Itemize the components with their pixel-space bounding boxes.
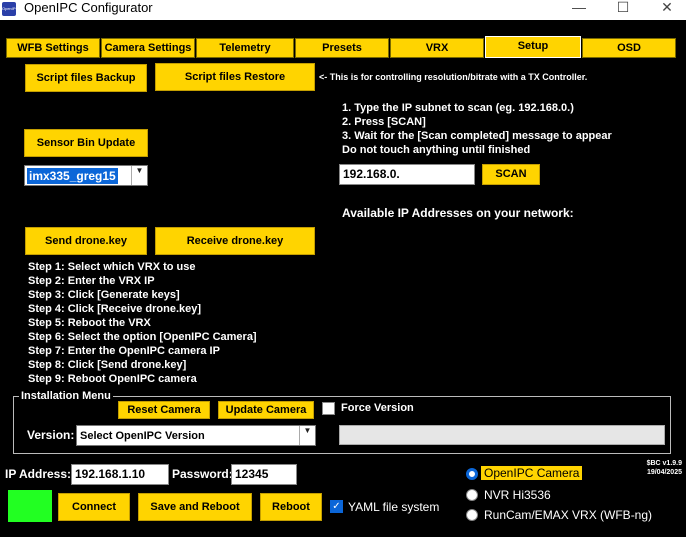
list-item: Step 3: Click [Generate keys]: [28, 289, 180, 301]
scan-step-3: 3. Wait for the [Scan completed] message…: [342, 130, 612, 142]
save-reboot-button[interactable]: Save and Reboot: [138, 493, 252, 521]
chevron-down-icon: ▼: [131, 166, 147, 185]
scan-step-1: 1. Type the IP subnet to scan (eg. 192.1…: [342, 102, 574, 114]
script-backup-button[interactable]: Script files Backup: [25, 64, 147, 92]
tab-camera-settings[interactable]: Camera Settings: [101, 38, 195, 58]
list-item: Step 8: Click [Send drone.key]: [28, 359, 187, 371]
ip-address-input[interactable]: 192.168.1.10: [71, 464, 169, 485]
list-item: Step 6: Select the option [OpenIPC Camer…: [28, 331, 257, 343]
radio-label-nvr-hi3536: NVR Hi3536: [484, 488, 551, 502]
yaml-checkbox[interactable]: ✓: [330, 500, 343, 513]
list-item: Step 7: Enter the OpenIPC camera IP: [28, 345, 220, 357]
reboot-button[interactable]: Reboot: [260, 493, 322, 521]
list-item: Step 9: Reboot OpenIPC camera: [28, 373, 197, 385]
tab-telemetry[interactable]: Telemetry: [196, 38, 294, 58]
sensor-select-value: imx335_greg15: [27, 168, 118, 184]
tab-setup[interactable]: Setup: [485, 36, 581, 58]
window-title: OpenIPC Configurator: [24, 0, 153, 15]
tab-wfb-settings[interactable]: WFB Settings: [6, 38, 100, 58]
password-input[interactable]: 12345: [231, 464, 297, 485]
ip-address-label: IP Address:: [5, 467, 72, 481]
version-progress-field: [339, 425, 665, 445]
version-number: $BC v1.9.9: [646, 460, 682, 467]
list-item: Step 1: Select which VRX to use: [28, 261, 196, 273]
radio-runcam-vrx[interactable]: [466, 509, 478, 521]
list-item: Step 5: Reboot the VRX: [28, 317, 151, 329]
update-camera-button[interactable]: Update Camera: [218, 401, 314, 419]
list-item: Step 4: Click [Receive drone.key]: [28, 303, 202, 315]
force-version-checkbox[interactable]: [322, 402, 335, 415]
key-setup-steps: Step 1: Select which VRX to use Step 2: …: [28, 260, 257, 386]
reset-camera-button[interactable]: Reset Camera: [118, 401, 210, 419]
available-ips-label: Available IP Addresses on your network:: [342, 206, 574, 220]
scan-warning: Do not touch anything until finished: [342, 144, 531, 156]
version-info: $BC v1.9.9 19/04/2025: [647, 459, 682, 477]
radio-openipc-camera[interactable]: [466, 468, 478, 480]
force-version-label: Force Version: [341, 402, 414, 414]
tab-vrx[interactable]: VRX: [390, 38, 484, 58]
send-drone-key-button[interactable]: Send drone.key: [25, 227, 147, 255]
version-select-value: Select OpenIPC Version: [80, 430, 205, 442]
scan-step-2: 2. Press [SCAN]: [342, 116, 426, 128]
chevron-down-icon: ▼: [299, 426, 315, 445]
close-button[interactable]: ✕: [652, 0, 682, 16]
version-date: 19/04/2025: [646, 469, 682, 476]
sensor-bin-update-button[interactable]: Sensor Bin Update: [24, 129, 148, 157]
radio-label-openipc-camera: OpenIPC Camera: [481, 466, 583, 480]
password-label: Password:: [172, 467, 233, 481]
app-logo-icon: OpenIPC: [2, 2, 16, 16]
radio-nvr-hi3536[interactable]: [466, 489, 478, 501]
yaml-label: YAML file system: [348, 500, 440, 514]
version-select[interactable]: Select OpenIPC Version ▼: [76, 425, 316, 446]
tab-bar: WFB Settings Camera Settings Telemetry P…: [0, 20, 686, 60]
connection-bar: IP Address: 192.168.1.10 Password: 12345…: [0, 454, 686, 537]
minimize-button[interactable]: —: [564, 0, 594, 16]
tx-controller-note: <- This is for controlling resolution/bi…: [319, 72, 588, 82]
script-restore-button[interactable]: Script files Restore: [155, 63, 315, 91]
connection-status-indicator: [8, 490, 52, 522]
tab-presets[interactable]: Presets: [295, 38, 389, 58]
title-bar: OpenIPC OpenIPC Configurator — ☐ ✕: [0, 0, 686, 20]
sensor-select[interactable]: imx335_greg15 ▼: [24, 165, 148, 186]
subnet-input[interactable]: 192.168.0.: [339, 164, 475, 185]
connect-button[interactable]: Connect: [58, 493, 130, 521]
list-item: Step 2: Enter the VRX IP: [28, 275, 155, 287]
scan-button[interactable]: SCAN: [482, 164, 540, 185]
installation-menu-label: Installation Menu: [19, 390, 113, 402]
radio-label-runcam-vrx: RunCam/EMAX VRX (WFB-ng): [484, 508, 653, 522]
setup-panel: Script files Backup Script files Restore…: [0, 58, 686, 454]
maximize-button[interactable]: ☐: [608, 0, 638, 16]
receive-drone-key-button[interactable]: Receive drone.key: [155, 227, 315, 255]
tab-osd[interactable]: OSD: [582, 38, 676, 58]
version-label: Version:: [27, 428, 75, 442]
